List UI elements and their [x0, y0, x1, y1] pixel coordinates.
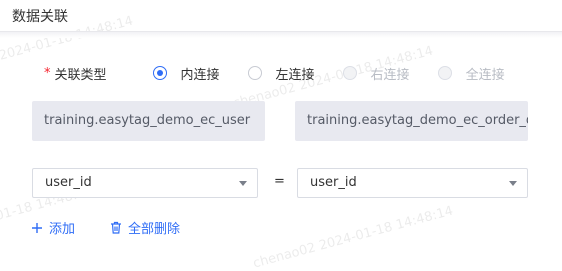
radio-button-icon: [342, 66, 357, 80]
required-asterisk: *: [44, 65, 51, 81]
radio-label: 左连接: [275, 67, 315, 83]
add-condition-button[interactable]: 添加: [31, 218, 75, 237]
radio-label: 右连接: [370, 67, 410, 83]
join-type-row: * 关联类型 内连接 左连接 右连接 全连接: [44, 63, 533, 83]
radio-button-icon: [437, 66, 452, 80]
caret-down-icon: [509, 181, 517, 186]
radio-right-join: 右连接: [342, 64, 410, 83]
plus-icon: [32, 222, 42, 233]
caret-down-icon: [239, 181, 247, 186]
radio-button-icon: [247, 66, 262, 80]
radio-label: 内连接: [180, 67, 220, 83]
trash-icon: [111, 221, 121, 234]
delete-all-label: 全部删除: [128, 222, 181, 237]
watermark: chenao02 2024-01-18 14:48:14: [251, 203, 455, 271]
left-field-value: user_id: [45, 175, 92, 190]
header-divider: [0, 32, 562, 38]
panel-header: 数据关联: [0, 0, 562, 32]
right-field-value: user_id: [310, 175, 357, 190]
radio-label: 全连接: [465, 67, 505, 83]
left-table-name: training.easytag_demo_ec_user: [32, 101, 265, 141]
add-condition-label: 添加: [49, 222, 76, 237]
panel-title: 数据关联: [12, 9, 68, 25]
left-field-select[interactable]: user_id: [32, 168, 258, 198]
equals-operator: =: [274, 174, 285, 189]
radio-inner-join[interactable]: 内连接: [152, 64, 220, 83]
radio-button-icon: [152, 66, 167, 80]
radio-full-join: 全连接: [437, 64, 505, 83]
delete-all-button[interactable]: 全部删除: [110, 218, 180, 237]
radio-left-join[interactable]: 左连接: [247, 64, 315, 83]
right-field-select[interactable]: user_id: [297, 168, 528, 198]
join-type-label: 关联类型: [54, 67, 107, 83]
right-table-name: training.easytag_demo_ec_order_d: [295, 101, 528, 141]
